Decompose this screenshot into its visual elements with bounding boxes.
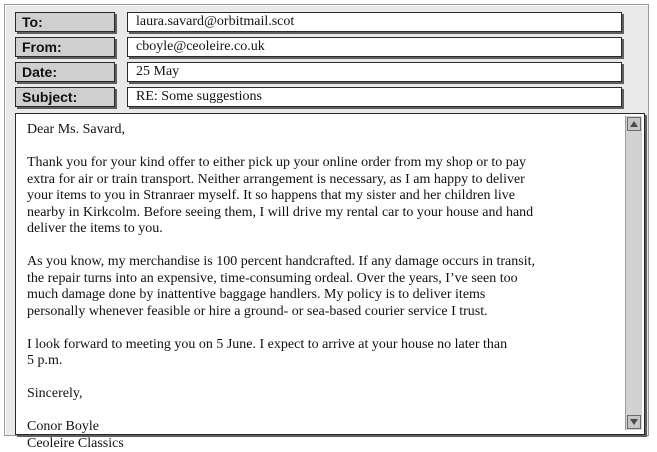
text-line: personally whenever feasible or hire a g… bbox=[27, 304, 617, 321]
to-field[interactable]: laura.savard@orbitmail.scot bbox=[127, 12, 622, 32]
text-line: much damage done by inattentive baggage … bbox=[27, 287, 617, 304]
date-label: Date: bbox=[15, 62, 115, 82]
from-field[interactable]: cboyle@ceoleire.co.uk bbox=[127, 37, 622, 57]
arrow-down-icon bbox=[628, 416, 640, 428]
paragraph-2: As you know, my merchandise is 100 perce… bbox=[27, 254, 617, 320]
arrow-up-icon bbox=[628, 118, 640, 130]
signature-name: Conor Boyle bbox=[27, 419, 617, 436]
subject-row: Subject: RE: Some suggestions bbox=[15, 87, 623, 107]
message-text: Dear Ms. Savard, Thank you for your kind… bbox=[27, 122, 617, 452]
message-body[interactable]: Dear Ms. Savard, Thank you for your kind… bbox=[15, 113, 645, 435]
text-line: extra for air or train transport. Neithe… bbox=[27, 172, 617, 189]
text-line: deliver the items to you. bbox=[27, 221, 617, 238]
text-line: Thank you for your kind offer to either … bbox=[27, 155, 617, 172]
text-line: your items to you in Stranraer myself. I… bbox=[27, 188, 617, 205]
signature-company: Ceoleire Classics bbox=[27, 436, 617, 452]
vertical-scrollbar[interactable] bbox=[625, 116, 642, 430]
text-line: As you know, my merchandise is 100 perce… bbox=[27, 254, 617, 271]
scroll-up-button[interactable] bbox=[627, 117, 641, 131]
from-label: From: bbox=[15, 37, 115, 57]
scroll-down-button[interactable] bbox=[627, 415, 641, 429]
paragraph-3: I look forward to meeting you on 5 June.… bbox=[27, 337, 617, 370]
to-label: To: bbox=[15, 12, 115, 32]
text-line: the repair turns into an expensive, time… bbox=[27, 271, 617, 288]
to-row: To: laura.savard@orbitmail.scot bbox=[15, 12, 623, 32]
subject-label: Subject: bbox=[15, 87, 115, 107]
date-field[interactable]: 25 May bbox=[127, 62, 622, 82]
greeting: Dear Ms. Savard, bbox=[27, 122, 617, 139]
text-line: I look forward to meeting you on 5 June.… bbox=[27, 337, 617, 354]
closing: Sincerely, bbox=[27, 386, 617, 403]
text-line: 5 p.m. bbox=[27, 353, 617, 370]
date-row: Date: 25 May bbox=[15, 62, 623, 82]
from-row: From: cboyle@ceoleire.co.uk bbox=[15, 37, 623, 57]
paragraph-1: Thank you for your kind offer to either … bbox=[27, 155, 617, 238]
subject-field[interactable]: RE: Some suggestions bbox=[127, 87, 622, 107]
text-line: nearby in Kirkcolm. Before seeing them, … bbox=[27, 205, 617, 222]
signature: Conor Boyle Ceoleire Classics bbox=[27, 419, 617, 452]
